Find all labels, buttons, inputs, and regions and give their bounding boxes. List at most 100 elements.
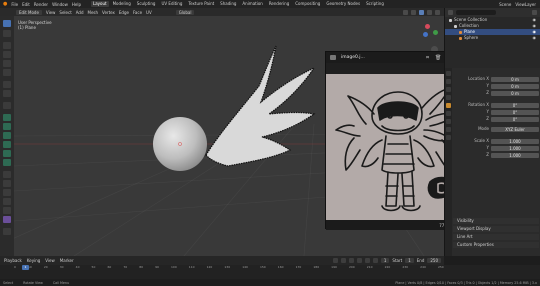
measure-tool-icon[interactable] [3, 90, 11, 97]
start-frame-field[interactable]: 1 [405, 258, 414, 263]
move-tool-icon[interactable] [3, 42, 11, 49]
viewport-menu-uv[interactable]: UV [146, 10, 152, 15]
bevel-tool-icon[interactable] [3, 132, 11, 139]
gizmo-y-axis-icon[interactable] [433, 30, 438, 35]
panel-section-viewport-display[interactable]: Viewport Display [453, 226, 539, 232]
menu-file[interactable]: File [11, 2, 18, 7]
viewport-menu-vertex[interactable]: Vertex [102, 10, 115, 15]
tool-tab-icon[interactable] [446, 71, 451, 76]
knife-tool-icon[interactable] [3, 150, 11, 157]
tab-texture-paint[interactable]: Texture Paint [186, 1, 216, 7]
timeline-menu-playback[interactable]: Playback [4, 258, 22, 263]
material-tab-icon[interactable] [446, 135, 451, 140]
menu-edit[interactable]: Edit [22, 2, 30, 7]
shrink-tool-icon[interactable] [3, 198, 11, 205]
viewport-menu-add[interactable]: Add [76, 10, 84, 15]
outliner-search-input[interactable] [456, 10, 496, 15]
jump-start-icon[interactable] [332, 258, 338, 263]
crop-icon[interactable]: ⌗ [426, 55, 429, 61]
poly-build-tool-icon[interactable] [3, 159, 11, 166]
property-field[interactable]: 1.000 [491, 145, 539, 151]
filter-icon[interactable] [532, 10, 537, 15]
render-shading-icon[interactable] [435, 9, 440, 15]
extrude-tool-icon[interactable] [3, 114, 11, 121]
tab-compositing[interactable]: Compositing [293, 1, 322, 7]
property-field[interactable]: 0 m [491, 83, 539, 89]
edge-slide-tool-icon[interactable] [3, 189, 11, 196]
tab-shading[interactable]: Shading [218, 1, 238, 7]
smooth-tool-icon[interactable] [3, 180, 11, 187]
scene-tab-icon[interactable] [446, 95, 451, 100]
cursor-tool-icon[interactable] [3, 30, 11, 37]
timeline-menu-marker[interactable]: Marker [60, 258, 74, 263]
select-tool-icon[interactable] [3, 20, 11, 27]
viewport-menu-edge[interactable]: Edge [119, 10, 129, 15]
rip-tool-icon[interactable] [3, 216, 11, 223]
visibility-eye-icon[interactable]: ◉ [533, 35, 540, 41]
annotate-tool-icon[interactable] [3, 81, 11, 88]
mode-selector[interactable]: Edit Mode [16, 9, 42, 15]
scene-selector[interactable]: Scene [499, 2, 511, 7]
tab-animation[interactable]: Animation [240, 1, 264, 7]
tab-sculpting[interactable]: Sculpting [135, 1, 158, 7]
object-tab-icon[interactable] [446, 103, 451, 108]
scale-cage-tool-icon[interactable] [3, 228, 11, 235]
property-field[interactable]: 1.000 [491, 138, 539, 144]
tab-modeling[interactable]: Modeling [111, 1, 133, 7]
outliner-item-sphere[interactable]: Sphere ◉ [445, 35, 540, 41]
playhead[interactable]: 1 [22, 265, 29, 270]
xray-toggle-icon[interactable] [411, 9, 416, 15]
panel-section-line-art[interactable]: Line Art [453, 234, 539, 240]
menu-help[interactable]: Help [72, 2, 81, 7]
spin-tool-icon[interactable] [3, 171, 11, 178]
next-keyframe-icon[interactable] [364, 258, 370, 263]
property-field[interactable]: 0° [491, 102, 539, 108]
tab-scripting[interactable]: Scripting [364, 1, 386, 7]
end-frame-field[interactable]: 250 [427, 258, 441, 263]
timeline-menu-view[interactable]: View [45, 258, 55, 263]
render-tab-icon[interactable] [446, 79, 451, 84]
jump-end-icon[interactable] [372, 258, 378, 263]
transform-orientation-selector[interactable]: Global [175, 9, 195, 15]
panel-section-custom-properties[interactable]: Custom Properties [453, 242, 539, 248]
loop-cut-tool-icon[interactable] [3, 141, 11, 148]
tab-layout[interactable]: Layout [90, 1, 109, 7]
tab-geometry-nodes[interactable]: Geometry Nodes [324, 1, 362, 7]
transform-tool-icon[interactable] [3, 69, 11, 76]
plane-wing-object[interactable] [205, 45, 316, 167]
menu-render[interactable]: Render [34, 2, 48, 7]
play-icon[interactable] [356, 258, 362, 263]
delete-icon[interactable]: 🗑 [435, 55, 441, 61]
tab-rendering[interactable]: Rendering [267, 1, 291, 7]
solid-shading-icon[interactable] [419, 9, 424, 15]
timeline-area[interactable]: 0 10 20 30 40 50 60 70 80 90 100 110 120 130 140 150 160… [0, 265, 540, 279]
scale-tool-icon[interactable] [3, 60, 11, 67]
viewport-menu-select[interactable]: Select [59, 10, 71, 15]
prev-keyframe-icon[interactable] [340, 258, 346, 263]
property-field[interactable]: 1.000 [491, 152, 539, 158]
sphere-object[interactable] [153, 117, 207, 171]
shear-tool-icon[interactable] [3, 207, 11, 214]
data-tab-icon[interactable] [446, 127, 451, 132]
gizmo-z-axis-icon[interactable] [423, 32, 428, 37]
menu-window[interactable]: Window [52, 2, 68, 7]
display-mode-icon[interactable] [448, 10, 453, 15]
property-field[interactable]: XYZ Euler [491, 126, 539, 132]
rotate-tool-icon[interactable] [3, 51, 11, 58]
blender-logo-icon[interactable]: ● [3, 1, 7, 7]
tab-uv-editing[interactable]: UV Editing [159, 1, 184, 7]
viewport-menu-mesh[interactable]: Mesh [88, 10, 99, 15]
material-shading-icon[interactable] [427, 9, 432, 15]
property-field[interactable]: 0° [491, 116, 539, 122]
property-field[interactable]: 0 m [491, 90, 539, 96]
property-field[interactable]: 0 m [491, 76, 539, 82]
overlay-toggle-icon[interactable] [403, 9, 408, 15]
panel-section-visibility[interactable]: Visibility [453, 218, 539, 224]
inset-tool-icon[interactable] [3, 123, 11, 130]
current-frame-field[interactable]: 1 [380, 258, 390, 263]
property-field[interactable]: 0° [491, 109, 539, 115]
add-cube-tool-icon[interactable] [3, 102, 11, 109]
viewport-menu-view[interactable]: View [46, 10, 56, 15]
play-reverse-icon[interactable] [348, 258, 354, 263]
physics-tab-icon[interactable] [446, 119, 451, 124]
